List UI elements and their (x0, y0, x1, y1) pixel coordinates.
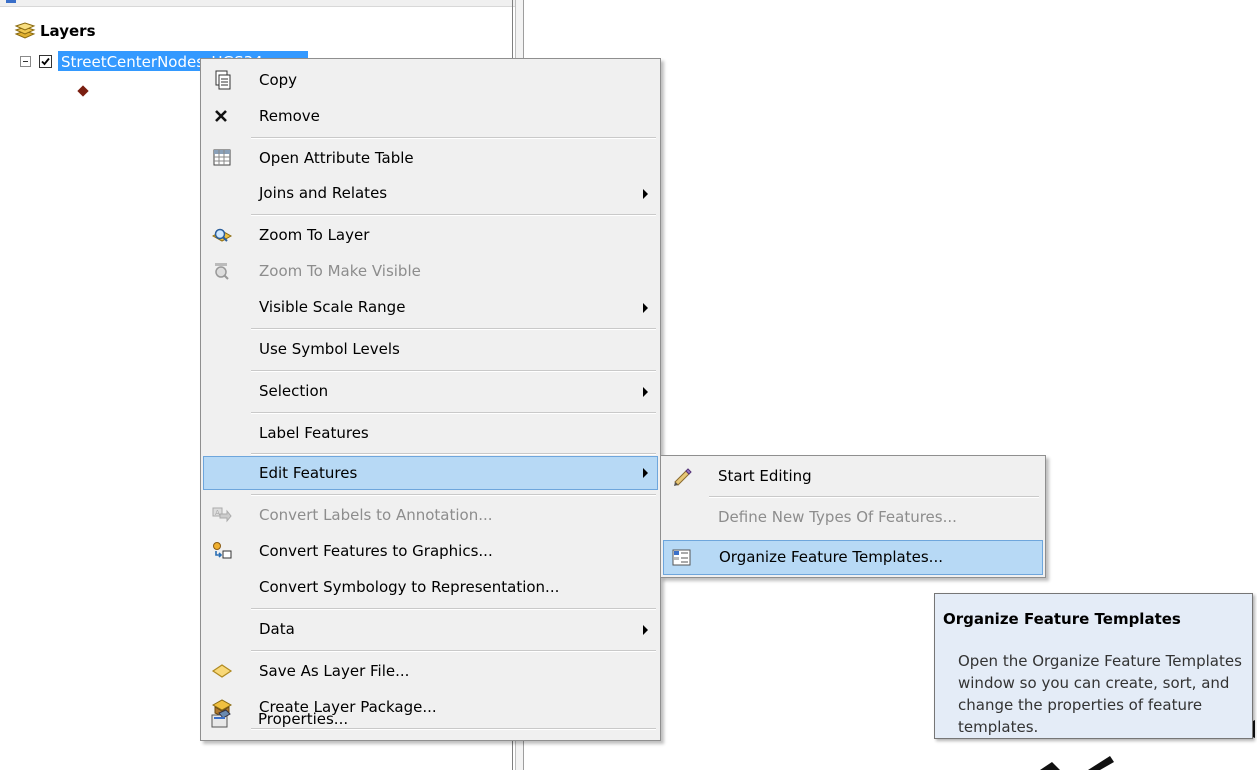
check-icon (41, 57, 50, 65)
submenu-item-organize-feature-templates[interactable]: Organize Feature Templates... (663, 540, 1043, 575)
save-layer-file-icon (211, 664, 233, 678)
submenu-arrow-icon (643, 189, 648, 199)
layer-visibility-checkbox[interactable] (39, 54, 52, 68)
menu-separator (251, 453, 656, 455)
submenu-arrow-icon (643, 468, 648, 478)
menu-item-label: Open Attribute Table (259, 149, 414, 167)
menu-item-use-symbol-levels[interactable]: Use Symbol Levels (203, 333, 658, 365)
menu-separator (251, 328, 656, 330)
menu-item-label: Copy (259, 71, 298, 89)
menu-item-label: Save As Layer File... (259, 662, 410, 680)
menu-item-data[interactable]: Data (203, 613, 658, 645)
menu-item-zoom-to-layer[interactable]: Zoom To Layer (203, 219, 658, 251)
tooltip-body: Open the Organize Feature Templates wind… (958, 652, 1242, 736)
menu-item-properties[interactable]: Properties... (202, 703, 657, 735)
menu-item-zoom-to-make-visible[interactable]: Zoom To Make Visible (203, 255, 658, 287)
menu-item-label: Start Editing (718, 467, 812, 485)
menu-separator (709, 496, 1039, 498)
submenu-item-start-editing[interactable]: Start Editing (663, 460, 1043, 492)
menu-item-label: Edit Features (259, 464, 358, 482)
tooltip-title: Organize Feature Templates (943, 610, 1181, 628)
menu-item-label: Convert Symbology to Representation... (259, 578, 560, 596)
menu-item-label: Data (259, 620, 295, 638)
menu-item-edit-features[interactable]: Edit Features (203, 456, 658, 490)
menu-item-remove[interactable]: Remove (203, 100, 658, 132)
layers-label: Layers (40, 22, 96, 40)
menu-item-convert-labels-to-annotation[interactable]: A Convert Labels to Annotation... (203, 499, 658, 531)
menu-item-convert-features-to-graphics[interactable]: Convert Features to Graphics... (203, 535, 658, 567)
menu-separator (251, 608, 656, 610)
menu-item-label: Convert Labels to Annotation... (259, 506, 493, 524)
menu-item-label: Zoom To Layer (259, 226, 370, 244)
submenu-arrow-icon (643, 387, 648, 397)
menu-item-label: Use Symbol Levels (259, 340, 400, 358)
layers-root[interactable]: Layers (14, 20, 96, 42)
zoom-to-layer-icon (211, 228, 233, 242)
layer-context-menu: Copy Remove Open Attribute Table Joins a… (200, 58, 661, 741)
menu-item-open-attribute-table[interactable]: Open Attribute Table (203, 142, 658, 174)
toc-header-strip (0, 0, 523, 7)
submenu-item-define-new-types[interactable]: Define New Types Of Features... (663, 501, 1043, 533)
collapse-toggle[interactable] (20, 55, 31, 67)
menu-item-label-features[interactable]: Label Features (203, 417, 658, 449)
menu-item-label: Define New Types Of Features... (718, 508, 957, 526)
zoom-to-make-visible-icon (215, 263, 229, 280)
menu-separator (251, 370, 656, 372)
svg-text:A: A (215, 509, 220, 517)
toc-header-marker (6, 0, 16, 3)
templates-icon (672, 549, 691, 566)
menu-item-visible-scale-range[interactable]: Visible Scale Range (203, 291, 658, 323)
menu-item-label: Properties... (258, 710, 349, 728)
menu-item-copy[interactable]: Copy (203, 64, 658, 96)
menu-separator (251, 214, 656, 216)
menu-item-label: Zoom To Make Visible (259, 262, 421, 280)
edit-features-submenu: Start Editing Define New Types Of Featur… (660, 455, 1046, 578)
pencil-icon (674, 468, 692, 486)
menu-separator (251, 412, 656, 414)
menu-item-label: Convert Features to Graphics... (259, 542, 493, 560)
table-icon (213, 149, 231, 166)
menu-item-save-as-layer-file[interactable]: Save As Layer File... (203, 655, 658, 687)
menu-item-label: Visible Scale Range (259, 298, 406, 316)
menu-separator (251, 137, 656, 139)
submenu-arrow-icon (643, 303, 648, 313)
submenu-arrow-icon (643, 625, 648, 635)
menu-item-joins-and-relates[interactable]: Joins and Relates (203, 177, 658, 209)
tooltip: Organize Feature Templates Open the Orga… (934, 593, 1253, 739)
copy-icon (215, 70, 231, 90)
menu-item-label: Joins and Relates (259, 184, 388, 202)
remove-icon (215, 110, 227, 122)
menu-item-label: Organize Feature Templates... (719, 548, 943, 566)
menu-separator (251, 494, 656, 496)
menu-item-label: Label Features (259, 424, 369, 442)
properties-icon (211, 709, 231, 728)
convert-features-icon (213, 542, 232, 559)
menu-item-selection[interactable]: Selection (203, 375, 658, 407)
menu-separator (251, 650, 656, 652)
menu-item-convert-symbology-to-representation[interactable]: Convert Symbology to Representation... (203, 571, 658, 603)
menu-item-label: Selection (259, 382, 329, 400)
menu-item-label: Remove (259, 107, 320, 125)
point-symbol-icon (77, 85, 89, 97)
convert-labels-icon: A (212, 507, 232, 523)
layers-icon (14, 22, 36, 39)
